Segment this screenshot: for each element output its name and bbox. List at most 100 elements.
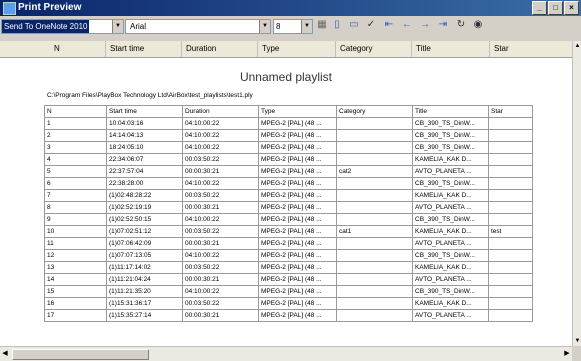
table-cell: MPEG-2 [PAL] (48 ... [258,141,337,154]
table-cell: AVTO_PLANETA ... [412,273,489,286]
table-cell [336,117,413,130]
table-cell: 00:03:50:22 [182,297,259,310]
maximize-button[interactable]: □ [548,1,563,15]
table-cell: Start time [106,105,183,118]
table-cell: 10:04:03:16 [106,117,183,130]
table-cell: CB_390_TS_DinW... [412,117,489,130]
col-header-n[interactable]: N [0,41,106,57]
table-row: 8 (1)02:52:19:19 00:00:30:21 MPEG-2 [PAL] (… [44,201,533,214]
table-cell [488,237,533,250]
chevron-down-icon[interactable]: ▼ [259,20,270,33]
page-icon[interactable]: ▯ [331,19,343,31]
table-cell [488,117,533,130]
check-icon[interactable]: ✓ [365,19,377,31]
scroll-right-icon[interactable]: ▶ [562,347,572,361]
refresh-icon[interactable]: ↻ [455,19,467,31]
table-cell: CB_390_TS_DinW... [412,177,489,190]
table-cell: 18:24:05:10 [106,141,183,154]
font-size-select[interactable]: 8 ▼ [273,19,313,34]
table-cell [488,297,533,310]
chevron-down-icon[interactable]: ▼ [301,20,312,33]
table-cell: 04:10:00:22 [182,117,259,130]
scroll-left-icon[interactable]: ◀ [0,347,10,361]
window-title: Print Preview [18,2,82,13]
print-icon[interactable]: ▦ [316,19,328,31]
scroll-thumb[interactable] [12,349,149,360]
table-cell: 00:00:30:21 [182,309,259,322]
toolbar: Send To OneNote 2010 ▼ Arial ▼ 8 ▼ [0,17,581,42]
table-row: 12 (1)07:07:13:05 04:10:00:22 MPEG-2 [PAL] … [44,249,533,262]
preview-page: Unnamed playlist C:\Program Files\PlayBo… [0,58,572,346]
table-cell: CB_390_TS_DinW... [412,285,489,298]
table-cell: MPEG-2 [PAL] (48 ... [258,309,337,322]
table-cell: 04:10:00:22 [182,249,259,262]
col-header-title[interactable]: Title [412,41,490,57]
table-cell: MPEG-2 [PAL] (48 ... [258,261,337,274]
vertical-scrollbar[interactable]: ▲ ▼ [572,41,581,346]
minimize-button[interactable]: _ [532,1,547,15]
table-cell: (1)15:35:27:14 [106,309,183,322]
col-header-start-time[interactable]: Start time [106,41,182,57]
table-cell [488,213,533,226]
col-header-star[interactable]: Star [490,41,572,57]
playlist-path: C:\Program Files\PlayBox Technology Ltd\… [47,92,253,99]
table-cell: CB_390_TS_DinW... [412,129,489,142]
scroll-down-icon[interactable]: ▼ [573,336,581,346]
col-header-type[interactable]: Type [258,41,336,57]
table-cell: 04:10:00:22 [182,213,259,226]
table-cell: 00:00:30:21 [182,273,259,286]
printer-value: Send To OneNote 2010 [2,20,90,33]
table-cell: 14:14:04:13 [106,129,183,142]
table-row: 13 (1)11:17:14:02 00:03:50:22 MPEG-2 [PAL] … [44,261,533,274]
eye-icon[interactable]: ◉ [472,19,484,31]
table-cell: (1)02:48:28:22 [106,189,183,202]
table-cell: 04:10:00:22 [182,141,259,154]
table-row: 1 10:04:03:16 04:10:00:22 MPEG-2 [PAL] (48 … [44,117,533,130]
table-cell: 00:00:30:21 [182,165,259,178]
table-cell: MPEG-2 [PAL] (48 ... [258,129,337,142]
table-cell: (1)11:17:14:02 [106,261,183,274]
table-cell: Type [258,105,337,118]
table-cell: AVTO_PLANETA ... [412,201,489,214]
table-cell: 5 [44,165,107,178]
table-row: 11 (1)07:06:42:09 00:00:30:21 MPEG-2 [PAL] … [44,237,533,250]
first-page-icon[interactable]: ⇤ [383,19,395,31]
table-cell: Category [336,105,413,118]
table-cell: 1 [44,117,107,130]
table-cell [336,261,413,274]
font-select[interactable]: Arial ▼ [125,19,271,34]
close-button[interactable]: × [564,1,579,15]
table-cell: 04:10:00:22 [182,285,259,298]
table-cell [336,309,413,322]
col-header-category[interactable]: Category [336,41,412,57]
printer-select[interactable]: Send To OneNote 2010 ▼ [1,19,124,34]
table-cell [488,153,533,166]
table-cell: cat2 [336,165,413,178]
next-page-icon[interactable]: → [419,19,431,31]
table-cell [336,129,413,142]
landscape-icon[interactable]: ▭ [348,19,360,31]
table-cell [488,273,533,286]
table-row: 10 (1)07:02:51:12 00:03:50:22 MPEG-2 [PAL] … [44,225,533,238]
table-cell: 00:00:30:21 [182,237,259,250]
col-header-duration[interactable]: Duration [182,41,258,57]
table-cell [336,141,413,154]
table-cell: KAMELIA_KAK D... [412,261,489,274]
horizontal-scrollbar[interactable]: ◀ ▶ [0,346,572,361]
scroll-up-icon[interactable]: ▲ [573,41,581,51]
table-cell: CB_390_TS_DinW... [412,141,489,154]
table-cell: MPEG-2 [PAL] (48 ... [258,189,337,202]
table-cell: KAMELIA_KAK D... [412,153,489,166]
last-page-icon[interactable]: ⇥ [437,19,449,31]
table-cell: 22:37:57:04 [106,165,183,178]
table-cell: 16 [44,297,107,310]
table-cell: 10 [44,225,107,238]
table-cell: 13 [44,261,107,274]
table-cell: (1)02:52:19:19 [106,201,183,214]
table-cell: 12 [44,249,107,262]
table-cell: MPEG-2 [PAL] (48 ... [258,273,337,286]
chevron-down-icon[interactable]: ▼ [112,20,123,33]
prev-page-icon[interactable]: ← [401,19,413,31]
table-cell [336,189,413,202]
table-cell [336,285,413,298]
